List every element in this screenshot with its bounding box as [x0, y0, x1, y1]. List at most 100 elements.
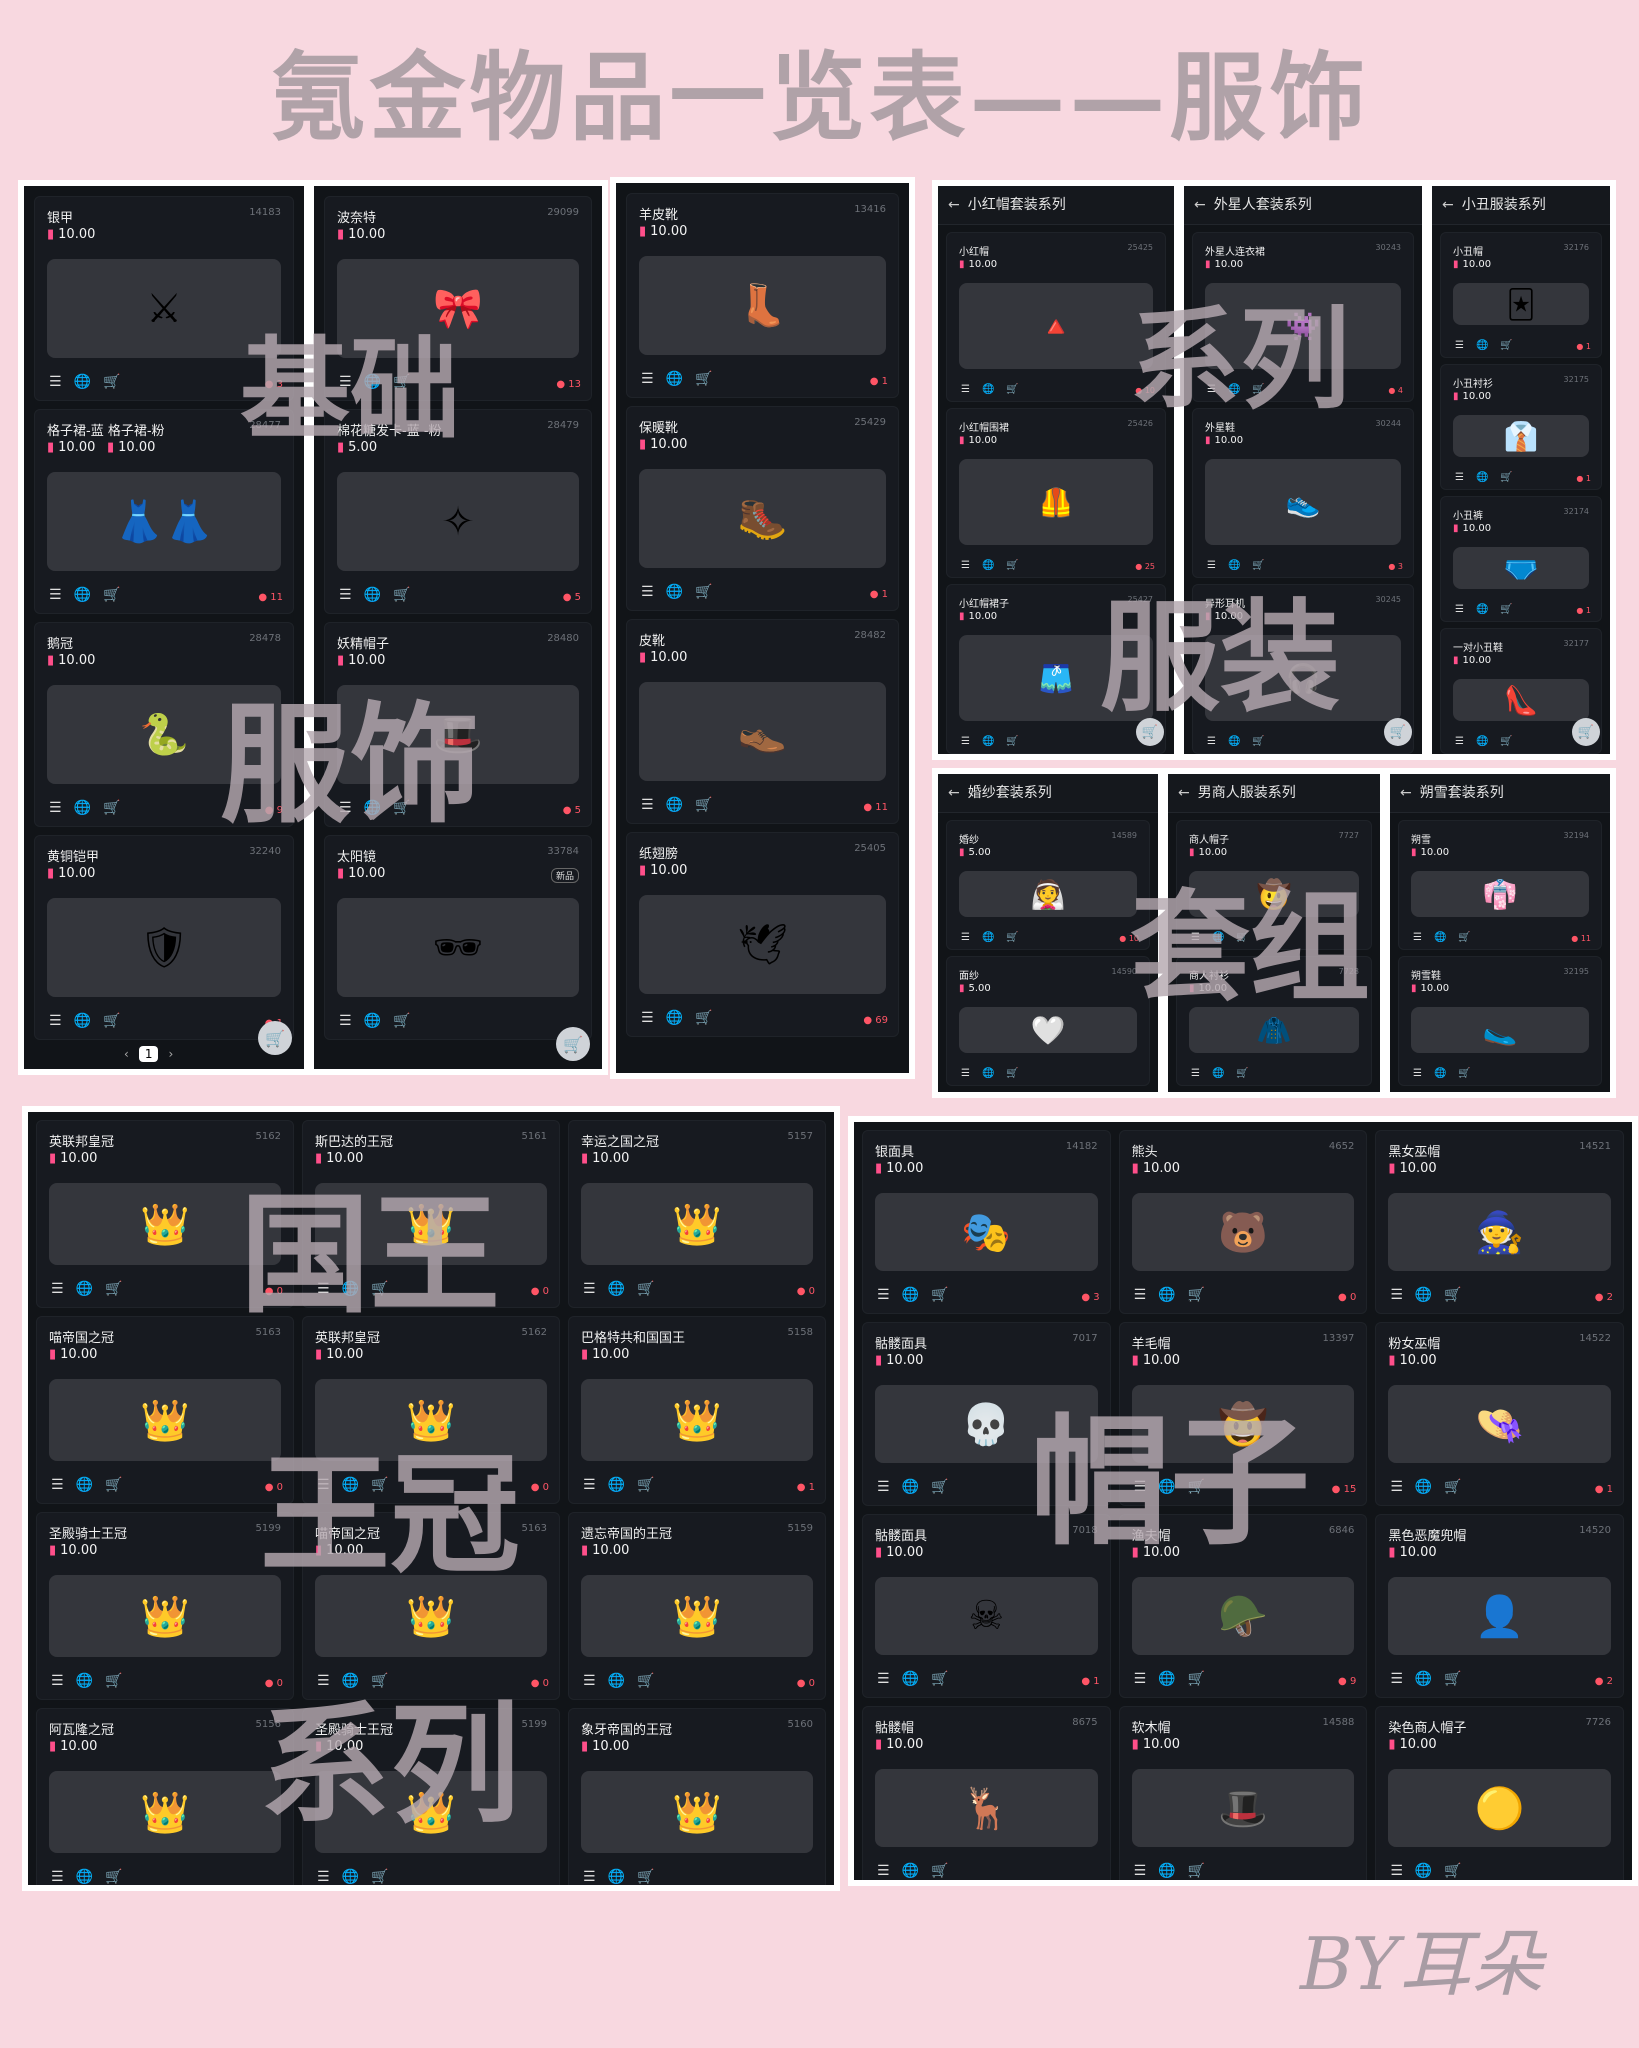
item-card[interactable]: 骷髅帽 8675 ▮ 10.00 🦌 ☰ 🌐 🛒	[862, 1706, 1111, 1880]
item-card[interactable]: 软木帽 14588 ▮ 10.00 🎩 ☰ 🌐 🛒	[1118, 1706, 1368, 1880]
list-icon[interactable]: ☰	[1191, 1068, 1200, 1079]
list-icon[interactable]: ☰	[1413, 932, 1422, 943]
item-image[interactable]: ☠	[875, 1577, 1098, 1655]
back-arrow-icon[interactable]: ←	[1178, 785, 1190, 801]
item-card[interactable]: 小丑衬衫 32175 ▮ 10.00 👔 ☰ 🌐 🛒 ● 1	[1440, 364, 1602, 490]
globe-icon[interactable]: 🌐	[74, 1013, 91, 1029]
cart-icon[interactable]: 🛒	[371, 1477, 388, 1493]
item-image[interactable]: 👑	[315, 1771, 547, 1853]
item-image[interactable]: 👑	[315, 1575, 547, 1657]
item-card[interactable]: 骷髅面具 7018 ▮ 10.00 ☠ ☰ 🌐 🛒 ● 1	[862, 1514, 1111, 1698]
item-image[interactable]: 👑	[49, 1575, 281, 1657]
cart-icon[interactable]: 🛒	[637, 1673, 654, 1689]
back-arrow-icon[interactable]: ←	[1400, 785, 1412, 801]
list-icon[interactable]: ☰	[961, 1068, 970, 1079]
item-image[interactable]: 🤠	[1131, 1385, 1355, 1463]
cart-fab-button[interactable]: 🛒	[1572, 718, 1600, 746]
list-icon[interactable]: ☰	[51, 1477, 64, 1493]
item-card[interactable]: 黄铜铠甲32240▮10.00🛡☰🌐🛒● 1	[34, 835, 294, 1040]
globe-icon[interactable]: 🌐	[1228, 736, 1240, 747]
pagination-current[interactable]: 1	[138, 1046, 159, 1062]
list-icon[interactable]: ☰	[51, 1281, 64, 1297]
list-icon[interactable]: ☰	[1390, 1479, 1403, 1495]
globe-icon[interactable]: 🌐	[342, 1869, 359, 1885]
list-icon[interactable]: ☰	[1455, 604, 1464, 615]
cart-icon[interactable]: 🛒	[393, 374, 410, 390]
list-icon[interactable]: ☰	[49, 374, 62, 390]
cart-icon[interactable]: 🛒	[393, 587, 410, 603]
item-image[interactable]: 🥾	[639, 469, 886, 568]
globe-icon[interactable]: 🌐	[1212, 1068, 1224, 1079]
list-icon[interactable]: ☰	[641, 371, 654, 387]
item-image[interactable]: 🧙	[1388, 1193, 1611, 1271]
list-icon[interactable]: ☰	[1134, 1287, 1147, 1303]
pagination-next[interactable]: ›	[168, 1047, 173, 1061]
item-card[interactable]: 羊皮靴 13416 ▮ 10.00 👢 ☰ 🌐 🛒 ● 1	[626, 193, 899, 398]
globe-icon[interactable]: 🌐	[1158, 1863, 1175, 1879]
back-arrow-icon[interactable]: ←	[1194, 197, 1206, 213]
cart-icon[interactable]: 🛒	[695, 797, 712, 813]
globe-icon[interactable]: 🌐	[982, 932, 994, 943]
list-icon[interactable]: ☰	[961, 384, 970, 395]
item-card[interactable]: 骷髅面具 7017 ▮ 10.00 💀 ☰ 🌐 🛒	[862, 1322, 1111, 1506]
globe-icon[interactable]: 🌐	[76, 1281, 93, 1297]
item-card[interactable]: 羊毛帽 13397 ▮ 10.00 🤠 ☰ 🌐 🛒 ● 15	[1118, 1322, 1368, 1506]
item-image[interactable]: 🐍	[47, 685, 281, 784]
set-header[interactable]: ← 小丑服装系列	[1432, 186, 1610, 225]
cart-icon[interactable]: 🛒	[695, 584, 712, 600]
globe-icon[interactable]: 🌐	[666, 584, 683, 600]
item-image[interactable]: 💀	[875, 1385, 1098, 1463]
cart-icon[interactable]: 🛒	[1252, 736, 1264, 747]
cart-icon[interactable]: 🛒	[1444, 1671, 1461, 1687]
item-image[interactable]: 👰	[959, 871, 1137, 917]
item-image[interactable]: 🎩	[337, 685, 579, 784]
item-image[interactable]: 👢	[639, 256, 886, 355]
item-image[interactable]: 🟡	[1388, 1769, 1611, 1847]
item-image[interactable]: 👗👗	[47, 472, 281, 571]
list-icon[interactable]: ☰	[49, 1013, 62, 1029]
globe-icon[interactable]: 🌐	[74, 587, 91, 603]
globe-icon[interactable]: 🌐	[902, 1671, 919, 1687]
globe-icon[interactable]: 🌐	[1228, 560, 1240, 571]
item-image[interactable]: 🩳	[959, 635, 1153, 721]
globe-icon[interactable]: 🌐	[1415, 1863, 1432, 1879]
cart-icon[interactable]: 🛒	[1188, 1479, 1205, 1495]
cart-icon[interactable]: 🛒	[105, 1281, 122, 1297]
cart-icon[interactable]: 🛒	[1458, 932, 1470, 943]
item-image[interactable]: 👑	[581, 1575, 813, 1657]
cart-icon[interactable]: 🛒	[1444, 1479, 1461, 1495]
item-image[interactable]: 👠	[1453, 679, 1589, 721]
globe-icon[interactable]: 🌐	[74, 374, 91, 390]
cart-icon[interactable]: 🛒	[1006, 932, 1018, 943]
item-card[interactable]: 棉花糖发卡-蓝 -粉 28479 ▮ 5.00 ✧ ☰ 🌐 🛒 ● 5	[324, 409, 592, 614]
globe-icon[interactable]: 🌐	[1158, 1671, 1175, 1687]
cart-icon[interactable]: 🛒	[1500, 340, 1512, 351]
list-icon[interactable]: ☰	[961, 736, 970, 747]
cart-icon[interactable]: 🛒	[1236, 1068, 1248, 1079]
globe-icon[interactable]: 🌐	[666, 797, 683, 813]
item-image[interactable]: 🎧	[1205, 635, 1401, 721]
list-icon[interactable]: ☰	[583, 1281, 596, 1297]
list-icon[interactable]: ☰	[339, 374, 352, 390]
globe-icon[interactable]: 🌐	[1158, 1287, 1175, 1303]
item-image[interactable]: 👑	[315, 1183, 547, 1265]
item-image[interactable]: 🤍	[959, 1007, 1137, 1053]
list-icon[interactable]: ☰	[1455, 736, 1464, 747]
item-image[interactable]: 🦌	[875, 1769, 1098, 1847]
cart-icon[interactable]: 🛒	[1444, 1863, 1461, 1879]
list-icon[interactable]: ☰	[1207, 560, 1216, 571]
globe-icon[interactable]: 🌐	[1158, 1479, 1175, 1495]
list-icon[interactable]: ☰	[1191, 932, 1200, 943]
item-image[interactable]: 🐻	[1131, 1193, 1355, 1271]
cart-icon[interactable]: 🛒	[931, 1863, 948, 1879]
item-image[interactable]: 🧥	[1189, 1007, 1359, 1053]
cart-icon[interactable]: 🛒	[105, 1673, 122, 1689]
item-card[interactable]: 婚纱 14589 ▮ 5.00 👰 ☰ 🌐 🛒 ● 10	[946, 820, 1150, 950]
globe-icon[interactable]: 🌐	[364, 800, 381, 816]
cart-icon[interactable]: 🛒	[1188, 1863, 1205, 1879]
globe-icon[interactable]: 🌐	[364, 1013, 381, 1029]
item-image[interactable]: 🎩	[1131, 1769, 1355, 1847]
cart-icon[interactable]: 🛒	[1188, 1671, 1205, 1687]
list-icon[interactable]: ☰	[1134, 1479, 1147, 1495]
item-image[interactable]: 🃏	[1453, 283, 1589, 325]
